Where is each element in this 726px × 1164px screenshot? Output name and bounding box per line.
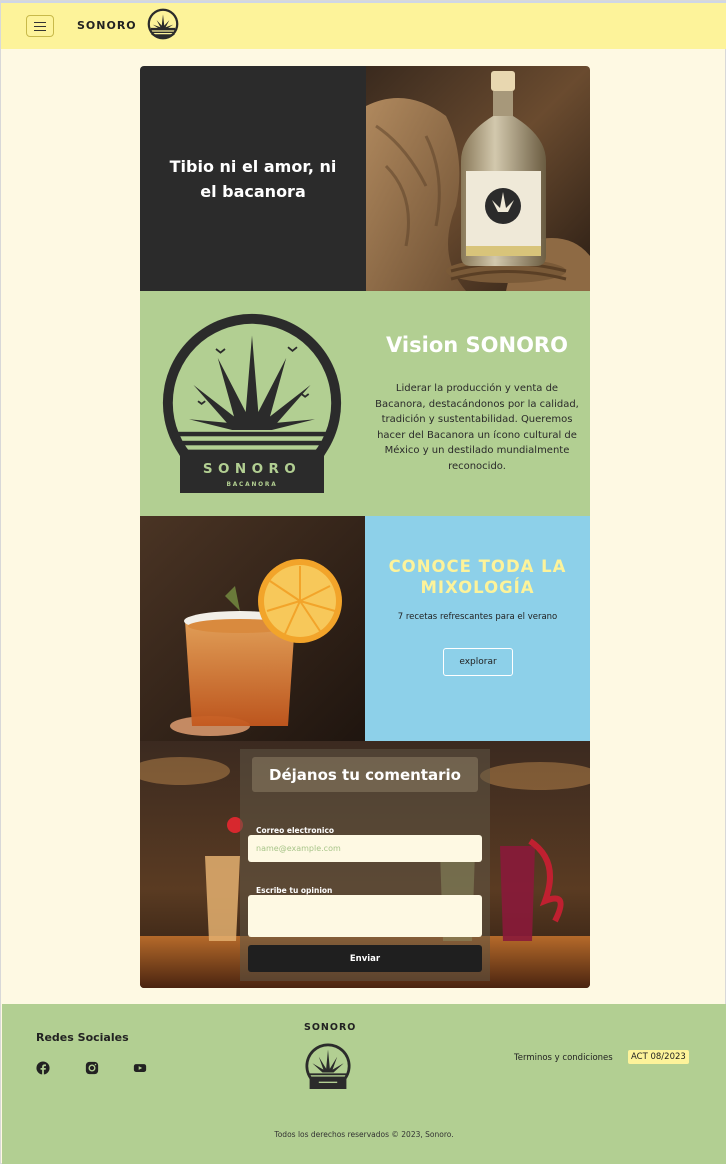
opinion-textarea[interactable] — [248, 895, 482, 937]
instagram-icon[interactable] — [85, 1061, 99, 1075]
bacanora-bottle-photo — [366, 66, 590, 291]
vision-section: SONORO BACANORA Vision SONORO Liderar la… — [140, 291, 590, 516]
agave-badge-logo: SONORO BACANORA — [162, 313, 342, 493]
email-label: Correo electronico — [256, 826, 335, 835]
email-field[interactable] — [248, 835, 482, 862]
social-title: Redes Sociales — [36, 1031, 129, 1044]
vision-logo-sub: BACANORA — [226, 482, 277, 488]
mixology-section: CONOCE TODA LA MIXOLOGÍA 7 recetas refre… — [140, 516, 590, 741]
mixology-panel: CONOCE TODA LA MIXOLOGÍA 7 recetas refre… — [365, 516, 590, 741]
mixology-title: CONOCE TODA LA MIXOLOGÍA — [388, 557, 567, 597]
agave-logo-icon[interactable] — [147, 8, 179, 40]
comment-form-title: Déjanos tu comentario — [252, 757, 478, 792]
copyright-text: Todos los derechos reservados © 2023, So… — [274, 1130, 454, 1139]
update-badge: ACT 08/2023 — [628, 1050, 689, 1064]
navbar: SONORO — [1, 1, 726, 49]
facebook-icon[interactable] — [36, 1061, 50, 1075]
explore-button[interactable]: explorar — [443, 648, 513, 676]
brand-link[interactable]: SONORO — [77, 19, 137, 32]
footer-agave-logo-icon — [305, 1043, 351, 1089]
comment-section: Déjanos tu comentario Correo electronico… — [140, 741, 590, 988]
submit-button[interactable]: Enviar — [248, 945, 482, 972]
vision-logo-brand: SONORO — [203, 461, 301, 477]
menu-toggle-button[interactable] — [26, 15, 54, 37]
hero-section: Tibio ni el amor, ni el bacanora — [140, 66, 590, 291]
terms-link[interactable]: Terminos y condiciones — [514, 1053, 613, 1063]
opinion-label: Escribe tu opinion — [256, 886, 333, 895]
hamburger-menu-icon — [34, 21, 46, 31]
hero-title: Tibio ni el amor, ni el bacanora — [140, 66, 366, 291]
main-content: Tibio ni el amor, ni el bacanora SONORO … — [140, 66, 590, 988]
vision-title: Vision SONORO — [386, 333, 568, 357]
vision-text: Liderar la producción y venta de Bacanor… — [375, 383, 579, 472]
footer: Redes Sociales SONORO Terminos y condici… — [2, 1004, 726, 1164]
footer-brand: SONORO — [304, 1022, 357, 1033]
comment-form: Déjanos tu comentario Correo electronico… — [240, 749, 490, 981]
mixology-subtitle: 7 recetas refrescantes para el verano — [397, 612, 558, 622]
youtube-icon[interactable] — [133, 1061, 147, 1075]
cocktail-photo — [140, 516, 365, 741]
